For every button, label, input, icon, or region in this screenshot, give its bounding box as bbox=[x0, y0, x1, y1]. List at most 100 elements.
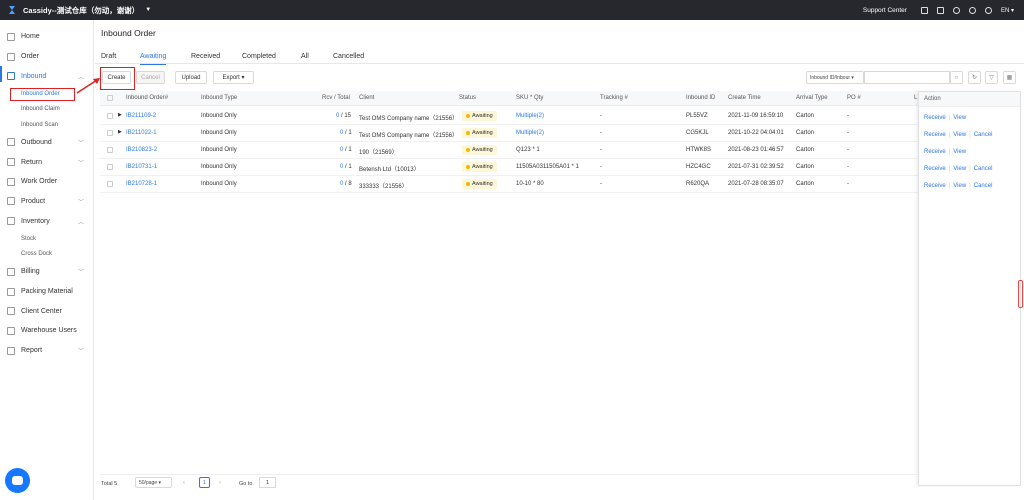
sidebar-item-home[interactable]: Home bbox=[0, 27, 93, 47]
table-row[interactable]: ▶ IB211109-2 Inbound Only 0 / 15 Test OM… bbox=[100, 108, 920, 125]
view-link[interactable]: View bbox=[953, 149, 966, 155]
inbound-order-link[interactable]: IB211022-1 bbox=[126, 130, 157, 136]
sidebar-item-return[interactable]: Return ﹀ bbox=[0, 152, 93, 172]
sidebar-sub-stock[interactable]: Stock bbox=[0, 231, 93, 247]
view-link[interactable]: View bbox=[953, 132, 966, 138]
sidebar-sub-inbound-scan[interactable]: Inbound Scan bbox=[0, 117, 93, 133]
view-link[interactable]: View bbox=[953, 166, 966, 172]
col-po[interactable]: PO # bbox=[847, 95, 861, 101]
sidebar-item-packing-material[interactable]: Packing Material bbox=[0, 282, 93, 302]
create-button[interactable]: Create bbox=[102, 71, 131, 84]
sidebar-item-work-order[interactable]: Work Order bbox=[0, 172, 93, 192]
filter-field-select[interactable]: Inbound ID/Inbour ▾ bbox=[806, 71, 864, 84]
row-checkbox[interactable] bbox=[107, 130, 113, 136]
support-center-link[interactable]: Support Center bbox=[863, 7, 907, 14]
receive-link[interactable]: Receive bbox=[924, 166, 946, 172]
inbound-order-link[interactable]: IB210823-2 bbox=[126, 147, 157, 153]
chat-support-button[interactable] bbox=[5, 468, 30, 493]
receive-link[interactable]: Receive bbox=[924, 183, 946, 189]
prev-page-icon[interactable]: ‹ bbox=[183, 480, 185, 486]
sku-qty-link[interactable]: Multiple(2) bbox=[516, 113, 544, 119]
billing-icon bbox=[7, 267, 15, 276]
columns-icon[interactable]: ▦ bbox=[1003, 71, 1016, 84]
inbound-order-link[interactable]: IB211109-2 bbox=[126, 113, 156, 119]
receive-link[interactable]: Receive bbox=[924, 115, 946, 121]
col-client[interactable]: Client bbox=[359, 95, 374, 101]
warehouse-dropdown-icon[interactable]: ▼ bbox=[145, 7, 151, 13]
page-number[interactable]: 1 bbox=[199, 477, 210, 488]
sidebar-item-billing[interactable]: Billing ﹀ bbox=[0, 262, 93, 282]
view-link[interactable]: View bbox=[953, 183, 966, 189]
tab-cancelled[interactable]: Cancelled bbox=[333, 53, 364, 60]
search-input[interactable] bbox=[864, 71, 950, 84]
col-inbound-id[interactable]: Inbound ID bbox=[686, 95, 715, 101]
tab-awaiting[interactable]: Awaiting bbox=[140, 53, 167, 65]
col-arrival-type[interactable]: Arrival Type bbox=[796, 95, 828, 101]
upload-button[interactable]: Upload bbox=[175, 71, 207, 84]
sidebar-item-report[interactable]: Report ﹀ bbox=[0, 341, 93, 361]
row-checkbox[interactable] bbox=[107, 181, 113, 187]
rcv-total-cell: 0 / 15 bbox=[336, 113, 352, 119]
table-row[interactable]: IB210728-1 Inbound Only 0 / 8 333333（215… bbox=[100, 176, 920, 193]
sidebar-item-outbound[interactable]: Outbound ﹀ bbox=[0, 133, 93, 153]
goto-input[interactable]: 1 bbox=[259, 477, 276, 488]
select-all-checkbox[interactable] bbox=[107, 95, 113, 101]
table-row[interactable]: ▶ IB211022-1 Inbound Only 0 / 1 Test OMS… bbox=[100, 125, 920, 142]
receive-link[interactable]: Receive bbox=[924, 149, 946, 155]
next-page-icon[interactable]: › bbox=[219, 480, 221, 486]
cancel-link[interactable]: Cancel bbox=[974, 183, 993, 189]
sidebar-item-product[interactable]: Product ﹀ bbox=[0, 192, 93, 212]
row-checkbox[interactable] bbox=[107, 113, 113, 119]
col-tracking[interactable]: Tracking # bbox=[600, 95, 628, 101]
sku-qty-cell: Q123 * 1 bbox=[516, 147, 540, 153]
document-icon[interactable] bbox=[920, 6, 928, 14]
col-create-time[interactable]: Create Time bbox=[728, 95, 761, 101]
row-actions: Receive | View | Cancel bbox=[924, 165, 993, 172]
cancel-link[interactable]: Cancel bbox=[974, 166, 993, 172]
inbound-order-link[interactable]: IB210728-1 bbox=[126, 181, 157, 187]
col-inbound-type[interactable]: Inbound Type bbox=[201, 95, 237, 101]
user-icon[interactable] bbox=[984, 6, 992, 14]
arrival-type-cell: Carton bbox=[796, 113, 815, 119]
sidebar-item-client-center[interactable]: Client Center bbox=[0, 301, 93, 321]
status-dot-icon bbox=[466, 165, 470, 169]
search-icon[interactable]: ○ bbox=[950, 71, 963, 84]
scrollbar-handle[interactable] bbox=[1018, 280, 1023, 308]
sidebar-item-warehouse-users[interactable]: Warehouse Users bbox=[0, 321, 93, 341]
refresh-icon[interactable] bbox=[952, 6, 960, 14]
language-select[interactable]: EN ▾ bbox=[1001, 7, 1014, 14]
cancel-link[interactable]: Cancel bbox=[974, 132, 993, 138]
col-sku-qty[interactable]: SKU * Qty bbox=[516, 95, 543, 101]
inbound-order-link[interactable]: IB210731-1 bbox=[126, 164, 157, 170]
reset-icon[interactable]: ↻ bbox=[968, 71, 981, 84]
tab-received[interactable]: Received bbox=[191, 53, 220, 60]
table-row[interactable]: IB210823-2 Inbound Only 0 / 1 190（21569）… bbox=[100, 142, 920, 159]
sidebar-sub-inbound-claim[interactable]: Inbound Claim bbox=[0, 102, 93, 118]
col-rcv-total[interactable]: Rcv / Total bbox=[322, 95, 350, 101]
view-link[interactable]: View bbox=[953, 115, 966, 121]
receive-link[interactable]: Receive bbox=[924, 132, 946, 138]
cancel-button[interactable]: Cancel bbox=[136, 71, 165, 84]
page-size-select[interactable]: 50/page ▾ bbox=[135, 477, 172, 488]
save-icon[interactable] bbox=[936, 6, 944, 14]
sidebar-item-inventory[interactable]: Inventory ︿ bbox=[0, 211, 93, 231]
expand-row-icon[interactable]: ▶ bbox=[118, 129, 122, 135]
expand-row-icon[interactable]: ▶ bbox=[118, 112, 122, 118]
sidebar-sub-cross-dock[interactable]: Cross Dock bbox=[0, 247, 93, 263]
row-checkbox[interactable] bbox=[107, 147, 113, 153]
tab-draft[interactable]: Draft bbox=[101, 53, 116, 60]
tab-completed[interactable]: Completed bbox=[242, 53, 276, 60]
col-inbound-order[interactable]: Inbound Order# bbox=[126, 95, 168, 101]
col-status[interactable]: Status bbox=[459, 95, 476, 101]
tab-all[interactable]: All bbox=[301, 53, 309, 60]
po-cell: - bbox=[847, 113, 849, 119]
warehouse-name[interactable]: Cassidy--测试仓库（勿动，谢谢） bbox=[23, 5, 139, 16]
sidebar-item-order[interactable]: Order bbox=[0, 47, 93, 67]
filter-icon[interactable]: ▽ bbox=[985, 71, 998, 84]
return-icon bbox=[7, 158, 15, 167]
table-row[interactable]: IB210731-1 Inbound Only 0 / 1 Betensh Lt… bbox=[100, 159, 920, 176]
export-button[interactable]: Export ▾ bbox=[213, 71, 254, 84]
sku-qty-link[interactable]: Multiple(2) bbox=[516, 130, 544, 136]
row-checkbox[interactable] bbox=[107, 164, 113, 170]
settings-icon[interactable] bbox=[968, 6, 976, 14]
